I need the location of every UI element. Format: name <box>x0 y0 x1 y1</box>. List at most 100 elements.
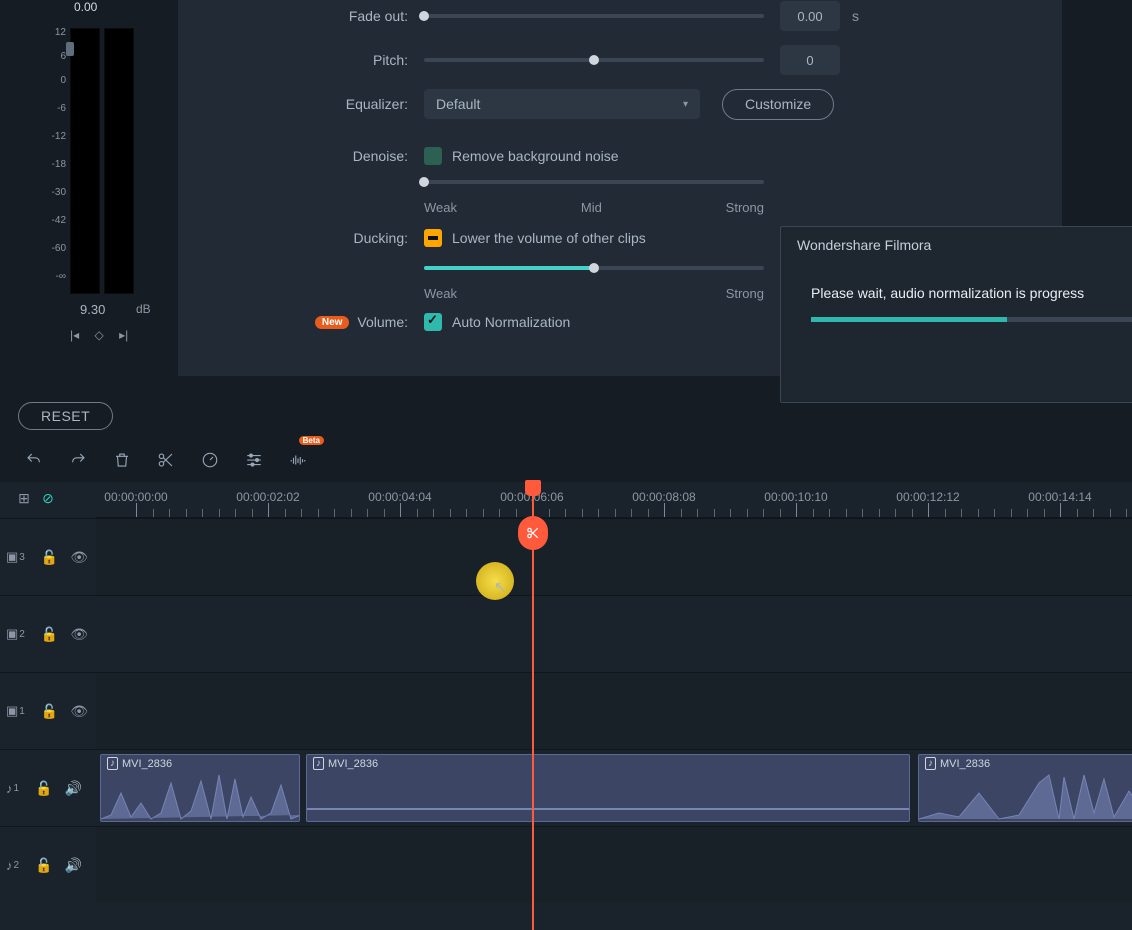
dialog-title: Wondershare Filmora <box>781 227 1132 263</box>
denoise-slider[interactable]: Weak Mid Strong <box>424 180 764 184</box>
audio-clip[interactable]: ♪ MVI_2836 <box>306 754 910 822</box>
dialog-message: Please wait, audio normalization is prog… <box>781 263 1132 317</box>
meter-gain-value: 9.30 <box>80 302 105 317</box>
track-head-audio-1: ♪1 🔓 🔊 <box>0 749 96 826</box>
add-track-icon[interactable]: ⊞ <box>12 490 36 507</box>
chevron-down-icon: ▾ <box>683 99 688 110</box>
audio-clip[interactable]: ♪ MVI_2836 <box>918 754 1132 822</box>
adjust-icon[interactable] <box>238 444 270 476</box>
pitch-slider[interactable] <box>424 58 764 62</box>
music-note-icon: ♪ <box>107 757 118 770</box>
track-head-audio-2: ♪2 🔓 🔊 <box>0 826 96 903</box>
progress-bar <box>811 317 1132 322</box>
playhead[interactable] <box>532 482 534 930</box>
timeline-ruler[interactable]: 00:00:00:0000:00:02:0200:00:04:0400:00:0… <box>96 482 1132 518</box>
denoise-strong-label: Strong <box>726 200 764 215</box>
lock-icon[interactable]: 🔓 <box>41 703 58 720</box>
track-audio-1[interactable]: ♪MVI_2836 ♪MVI_2836 ♪MVI_2836 <box>96 749 1132 826</box>
eye-icon[interactable]: 👁 <box>70 626 88 643</box>
playhead-handle[interactable] <box>525 480 541 496</box>
keyframe-icon[interactable]: ◇ <box>94 328 103 342</box>
lock-icon[interactable]: 🔓 <box>41 626 58 643</box>
ducking-slider[interactable]: Weak Strong <box>424 266 764 270</box>
audio-clip[interactable]: ♪MVI_2836 <box>100 754 300 822</box>
speed-icon[interactable] <box>194 444 226 476</box>
pitch-value-input[interactable]: 0 <box>780 45 840 75</box>
waveform-icon <box>307 773 910 821</box>
timeline-tracks-area[interactable]: ♪MVI_2836 ♪MVI_2836 ♪MVI_2836 <box>96 518 1132 930</box>
volume-label: Volume: <box>357 314 408 330</box>
auto-normalization-checkbox[interactable] <box>424 313 442 331</box>
equalizer-select[interactable]: Default ▾ <box>424 89 700 119</box>
track-video-2[interactable] <box>96 595 1132 672</box>
prev-keyframe-icon[interactable]: |◂ <box>70 328 79 342</box>
fade-out-row: Fade out: 0.00 s <box>178 0 1062 32</box>
meter-scale-tick: -30 <box>40 188 66 216</box>
delete-icon[interactable] <box>106 444 138 476</box>
meter-scale-tick: -42 <box>40 216 66 244</box>
track-video-1[interactable] <box>96 672 1132 749</box>
denoise-label: Denoise: <box>178 148 424 164</box>
lock-icon[interactable]: 🔓 <box>35 857 52 874</box>
music-note-icon: ♪ <box>925 757 936 770</box>
ruler-timecode: 00:00:10:10 <box>764 490 827 504</box>
timeline: ⊞ ⊘ ▣3 🔓 👁 ▣2 🔓 👁 ▣1 🔓 👁 ♪1 🔓 🔊 <box>0 482 1132 930</box>
meter-bar-left <box>70 28 100 294</box>
meter-peak-value: 0.00 <box>74 0 97 14</box>
fade-out-unit: s <box>852 8 859 24</box>
speaker-icon[interactable]: 🔊 <box>65 857 82 874</box>
meter-scale-tick: 0 <box>40 76 66 104</box>
lock-icon[interactable]: 🔓 <box>35 780 52 797</box>
ducking-strong-label: Strong <box>726 286 764 301</box>
lock-icon[interactable]: 🔓 <box>41 549 58 566</box>
clip-name: MVI_2836 <box>328 758 378 770</box>
reset-button[interactable]: RESET <box>18 402 113 430</box>
track-head-video-3: ▣3 🔓 👁 <box>0 518 96 595</box>
ducking-checkbox[interactable] <box>424 229 442 247</box>
eye-icon[interactable]: 👁 <box>70 703 88 720</box>
denoise-checkbox[interactable] <box>424 147 442 165</box>
equalizer-label: Equalizer: <box>178 96 424 112</box>
meter-scale-tick: -12 <box>40 132 66 160</box>
meter-scale: 12 6 0 -6 -12 -18 -30 -42 -60 -∞ <box>40 28 66 300</box>
meter-db-unit: dB <box>136 302 151 316</box>
track-head-video-2: ▣2 🔓 👁 <box>0 595 96 672</box>
undo-icon[interactable] <box>18 444 50 476</box>
denoise-mid-label: Mid <box>581 200 602 215</box>
equalizer-row: Equalizer: Default ▾ Customize <box>178 88 1062 120</box>
fade-out-slider[interactable] <box>424 14 764 18</box>
music-note-icon: ♪ <box>313 757 324 770</box>
audio-enhance-icon[interactable]: Beta <box>282 444 314 476</box>
redo-icon[interactable] <box>62 444 94 476</box>
next-keyframe-icon[interactable]: ▸| <box>119 328 128 342</box>
meter-scale-tick: 6 <box>40 52 66 76</box>
timeline-toolbar: Beta <box>18 444 326 476</box>
ruler-timecode: 00:00:02:02 <box>236 490 299 504</box>
fade-out-value-input[interactable]: 0.00 <box>780 1 840 31</box>
equalizer-customize-button[interactable]: Customize <box>722 89 834 120</box>
track-audio-2[interactable] <box>96 826 1132 903</box>
equalizer-selected-value: Default <box>436 96 480 112</box>
eye-icon[interactable]: 👁 <box>70 549 88 566</box>
clip-name: MVI_2836 <box>940 758 990 770</box>
meter-scale-tick: -18 <box>40 160 66 188</box>
new-badge: New <box>315 316 350 329</box>
timeline-body[interactable]: 00:00:00:0000:00:02:0200:00:04:0400:00:0… <box>96 482 1132 930</box>
speaker-icon[interactable]: 🔊 <box>65 780 82 797</box>
meter-fader-handle[interactable] <box>66 42 74 56</box>
playhead-split-button[interactable] <box>518 516 548 550</box>
pitch-label: Pitch: <box>178 52 424 68</box>
magnet-icon[interactable]: ⊘ <box>36 490 60 507</box>
pitch-row: Pitch: 0 <box>178 44 1062 76</box>
meter-scale-tick: 12 <box>40 28 66 52</box>
ruler-timecode: 00:00:00:00 <box>104 490 167 504</box>
track-video-3[interactable] <box>96 518 1132 595</box>
denoise-checkbox-label: Remove background noise <box>452 148 619 164</box>
ruler-timecode: 00:00:04:04 <box>368 490 431 504</box>
cursor-highlight: ↖ <box>476 562 514 600</box>
progress-bar-fill <box>811 317 1007 322</box>
denoise-weak-label: Weak <box>424 200 457 215</box>
denoise-slider-row: Weak Mid Strong <box>178 166 1062 198</box>
split-scissors-icon[interactable] <box>150 444 182 476</box>
fade-out-label: Fade out: <box>178 8 424 24</box>
